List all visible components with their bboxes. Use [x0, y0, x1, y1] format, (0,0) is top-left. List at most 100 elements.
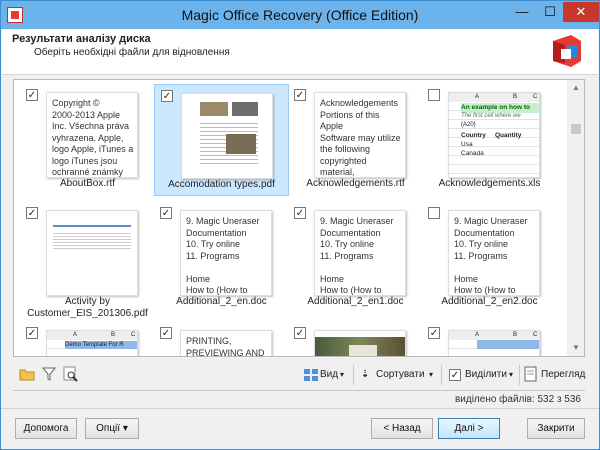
office-logo-icon	[553, 35, 581, 67]
gallery-toolbar: Вид ▾ ⇣ Сортувати ▾ ✓ Виділити ▾ Перегля…	[13, 363, 585, 387]
select-all-checkbox[interactable]: ✓	[449, 369, 461, 381]
close-window-button[interactable]: ✕	[563, 2, 599, 22]
file-thumbnail[interactable]	[181, 93, 273, 179]
file-thumbnail[interactable]	[46, 210, 138, 296]
select-button[interactable]: Виділити	[465, 366, 507, 384]
thumbnail-text: 9. Magic Uneraser Documentation 10. Try …	[320, 216, 394, 295]
sheet-header-country: Country	[461, 132, 486, 139]
column-header-c: C	[131, 332, 136, 338]
toolbar-divider	[519, 365, 520, 385]
file-tile[interactable]: 9. Magic Uneraser Documentation 10. Try …	[422, 202, 557, 314]
file-checkbox[interactable]: ✓	[294, 327, 306, 339]
file-name: Acknowledgements.xls	[438, 178, 541, 189]
scroll-down-icon[interactable]: ▼	[567, 340, 584, 356]
view-dropdown-icon[interactable]: ▾	[340, 366, 344, 384]
next-button[interactable]: Далі >	[438, 418, 500, 439]
file-thumbnail[interactable]: 9. Magic Uneraser Documentation 10. Try …	[314, 210, 406, 296]
file-tile[interactable]: ✓ A B C	[422, 322, 557, 356]
file-checkbox[interactable]: ✓	[26, 327, 38, 339]
file-thumbnail[interactable]: 9. Magic Uneraser Documentation 10. Try …	[180, 210, 272, 296]
file-tile[interactable]: ✓ A B C Demo Template For R	[20, 322, 155, 356]
file-tile[interactable]: ✓ PRINTING, PREVIEWING AND	[154, 322, 289, 357]
file-checkbox[interactable]	[428, 207, 440, 219]
options-button[interactable]: Опції ▾	[85, 418, 139, 439]
wizard-header: Результати аналізу диска Оберіть необхід…	[2, 29, 598, 75]
sheet-header-quantity: Quantity	[495, 132, 522, 139]
thumbnail-text: Copyright © 2000-2013 Apple Inc. Všechna…	[52, 98, 134, 177]
file-checkbox[interactable]: ✓	[160, 207, 172, 219]
back-button[interactable]: < Назад	[371, 418, 433, 439]
sort-button[interactable]: Сортувати	[376, 366, 425, 384]
file-name: Additional_2_en2.doc	[441, 296, 538, 307]
folder-icon[interactable]	[19, 366, 35, 382]
file-tile[interactable]: A B C An example on how to The first cell wh…	[422, 84, 557, 196]
file-tile[interactable]: ✓ Acknowledgements Portions of this Apple…	[288, 84, 423, 196]
column-header-a: A	[475, 94, 480, 100]
file-tile[interactable]: ✓ Accomodation types.pdf	[154, 84, 289, 196]
vertical-scrollbar[interactable]: ▲ ▼	[567, 80, 584, 356]
select-dropdown-icon[interactable]: ▾	[509, 366, 513, 384]
pdf-photo-icon	[200, 102, 228, 116]
file-thumbnail[interactable]: A B C An example on how to The first cell wh…	[448, 92, 540, 178]
file-tile[interactable]: ✓ 9. Magic Uneraser Documentation 10. Try…	[154, 202, 289, 314]
thumbnail-text: 9. Magic Uneraser Documentation 10. Try …	[454, 216, 528, 295]
app-window: Magic Office Recovery (Office Edition) —…	[0, 0, 600, 450]
toolbar-divider	[353, 365, 354, 385]
preview-icon[interactable]	[523, 366, 539, 382]
file-checkbox[interactable]: ✓	[26, 207, 38, 219]
file-checkbox[interactable]: ✓	[160, 327, 172, 339]
sheet-cell: Usa	[461, 141, 473, 148]
file-thumbnail[interactable]: Acknowledgements Portions of this Apple …	[314, 92, 406, 178]
file-tile[interactable]: ✓ Copyright © 2000-2013 Apple Inc. Všechn…	[20, 84, 155, 196]
file-thumbnail[interactable]: A B C Demo Template For R	[46, 330, 138, 356]
sort-dropdown-icon[interactable]: ▾	[429, 366, 433, 384]
view-button[interactable]: Вид	[320, 366, 338, 384]
close-button[interactable]: Закрити	[527, 418, 585, 439]
sheet-note: The first cell where we	[461, 113, 521, 119]
file-name: Accomodation types.pdf	[168, 179, 275, 190]
sheet-cell: Canada	[461, 150, 484, 157]
title-bar[interactable]: Magic Office Recovery (Office Edition) —…	[1, 1, 599, 29]
file-name: Activity by Customer_EIS_201306.pdf	[27, 296, 148, 319]
file-name: Additional_2_en1.doc	[307, 296, 404, 307]
file-tile[interactable]: ✓	[288, 322, 423, 356]
file-gallery[interactable]: ✓ A B C ✓ ✓ PRINTING, PREVIEWING AND ✓ A B C Demo T…	[13, 79, 585, 357]
file-checkbox[interactable]	[428, 89, 440, 101]
scroll-up-icon[interactable]: ▲	[567, 80, 584, 96]
file-tile[interactable]: ✓ 9. Magic Uneraser Documentation 10. Try…	[288, 202, 423, 314]
view-icon[interactable]	[303, 366, 319, 382]
file-thumbnail[interactable]	[314, 330, 406, 356]
file-checkbox[interactable]: ✓	[294, 207, 306, 219]
file-checkbox[interactable]: ✓	[161, 90, 173, 102]
pdf-photo-icon	[232, 102, 258, 116]
file-thumbnail[interactable]: 9. Magic Uneraser Documentation 10. Try …	[448, 210, 540, 296]
scrollbar-thumb[interactable]	[571, 124, 581, 134]
column-header-b: B	[513, 332, 518, 338]
search-icon[interactable]	[63, 366, 79, 382]
thumbnail-text: Acknowledgements Portions of this Apple …	[320, 98, 401, 177]
file-tile[interactable]: ✓ Activity by Customer_EIS_201306.pdf	[20, 202, 155, 319]
file-name: AboutBox.rtf	[59, 178, 116, 189]
column-header-b: B	[513, 94, 518, 100]
maximize-button[interactable]: ☐	[537, 2, 563, 22]
help-button[interactable]: Допомога	[15, 418, 77, 439]
toolbar-divider	[441, 365, 442, 385]
sheet-note-ref: (A20)	[461, 122, 476, 128]
sheet-highlight	[477, 340, 539, 349]
file-thumbnail[interactable]: PRINTING, PREVIEWING AND	[180, 330, 272, 357]
file-checkbox[interactable]: ✓	[26, 89, 38, 101]
thumbnail-text: PRINTING, PREVIEWING AND	[186, 336, 265, 357]
file-thumbnail[interactable]: A B C	[448, 330, 540, 356]
status-divider	[13, 390, 585, 391]
file-checkbox[interactable]: ✓	[428, 327, 440, 339]
sort-icon[interactable]: ⇣	[361, 366, 369, 384]
filter-icon[interactable]	[41, 366, 57, 382]
sheet-title: Demo Template For R	[65, 341, 137, 349]
preview-button[interactable]: Перегляд	[541, 366, 585, 384]
selected-files-status: виділено файлів: 532 з 536	[454, 394, 581, 405]
report-table-lines	[53, 231, 131, 251]
file-thumbnail[interactable]: Copyright © 2000-2013 Apple Inc. Všechna…	[46, 92, 138, 178]
minimize-button[interactable]: —	[509, 2, 535, 22]
file-checkbox[interactable]: ✓	[294, 89, 306, 101]
column-header-a: A	[475, 332, 480, 338]
